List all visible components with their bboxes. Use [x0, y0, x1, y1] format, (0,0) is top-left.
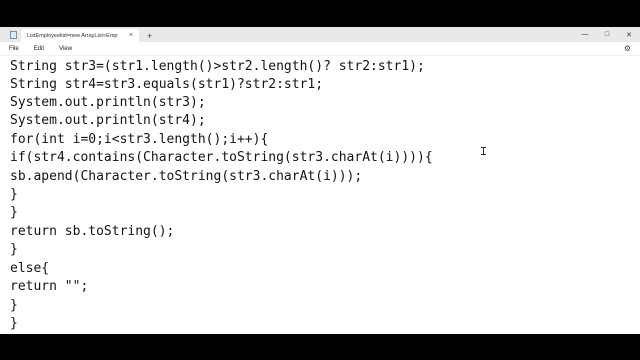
- code-line: }: [10, 187, 18, 202]
- tab-close-icon[interactable]: ×: [129, 32, 133, 39]
- code-line: for(int i=0;i<str3.length();i++){: [10, 132, 269, 147]
- code-line: System.out.println(str3);: [10, 95, 206, 110]
- tab-document[interactable]: ListEmployeelist=new ArrayList<Emp ×: [21, 29, 139, 42]
- menu-bar: File Edit View ⚙: [0, 42, 640, 56]
- code-line: }: [10, 242, 18, 257]
- notepad-app-icon: [10, 31, 17, 39]
- code-line: System.out.println(str4);: [10, 113, 206, 128]
- title-bar: ListEmployeelist=new ArrayList<Emp × + —…: [0, 27, 640, 42]
- code-line: if(str4.contains(Character.toString(str3…: [10, 150, 433, 165]
- code-line: String str4=str3.equals(str1)?str2:str1;: [10, 77, 324, 92]
- close-button[interactable]: ✕: [618, 31, 640, 39]
- settings-gear-icon[interactable]: ⚙: [624, 44, 631, 53]
- text-editor[interactable]: String str3=(str1.length()>str2.length()…: [0, 56, 640, 334]
- notepad-window: ListEmployeelist=new ArrayList<Emp × + —…: [0, 27, 640, 334]
- text-cursor-icon: [481, 147, 486, 155]
- code-line: return sb.toString();: [10, 224, 175, 239]
- maximize-button[interactable]: □: [596, 31, 618, 38]
- code-line: }: [10, 316, 18, 331]
- window-controls: — □ ✕: [574, 27, 640, 42]
- code-line: }: [10, 298, 18, 313]
- menu-file[interactable]: File: [9, 46, 19, 52]
- code-line: }: [10, 205, 18, 220]
- tab-title: ListEmployeelist=new ArrayList<Emp: [27, 32, 118, 39]
- menu-edit[interactable]: Edit: [34, 46, 44, 52]
- menu-view[interactable]: View: [59, 46, 72, 52]
- code-line: return "";: [10, 279, 89, 294]
- code-line: String str3=(str1.length()>str2.length()…: [10, 59, 425, 74]
- code-line: sb.apend(Character.toString(str3.charAt(…: [10, 169, 363, 184]
- new-tab-button[interactable]: +: [147, 31, 152, 41]
- code-line: else{: [10, 261, 50, 276]
- minimize-button[interactable]: —: [574, 31, 596, 38]
